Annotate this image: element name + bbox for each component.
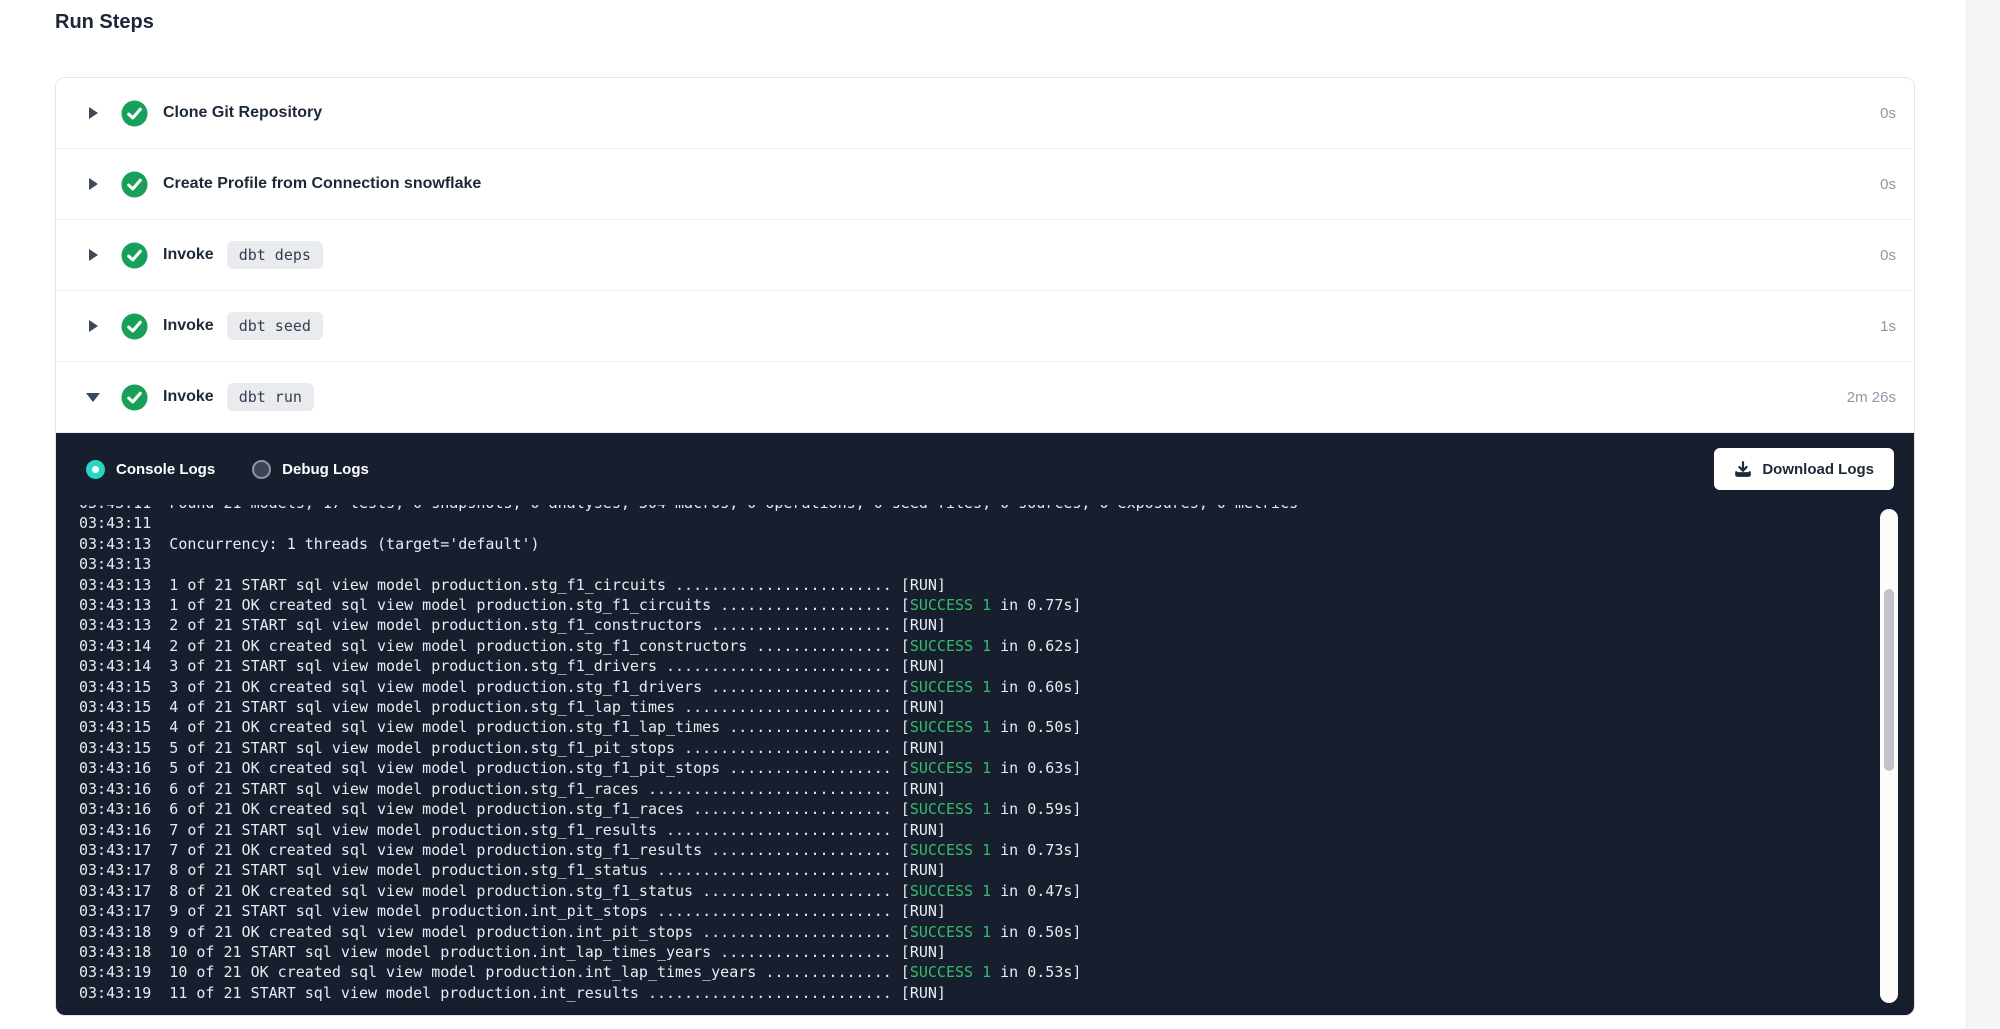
page-right-gutter xyxy=(1966,0,2000,1029)
step-duration: 0s xyxy=(1880,247,1896,264)
console-logs-tab[interactable]: Console Logs xyxy=(86,460,215,479)
run-step-row[interactable]: Clone Git Repository 0s xyxy=(56,78,1914,149)
log-line: 03:43:13 xyxy=(79,554,1870,574)
step-label: Invoke xyxy=(163,388,214,406)
log-line: 03:43:16 5 of 21 OK created sql view mod… xyxy=(79,758,1870,778)
log-line: 03:43:13 1 of 21 START sql view model pr… xyxy=(79,575,1870,595)
log-line: 03:43:13 Concurrency: 1 threads (target=… xyxy=(79,534,1870,554)
log-line: 03:43:18 10 of 21 START sql view model p… xyxy=(79,942,1870,962)
run-steps-list: Clone Git Repository 0s Create Profile f… xyxy=(56,78,1914,433)
step-command-badge: dbt deps xyxy=(227,241,323,269)
page-title: Run Steps xyxy=(55,11,154,34)
run-step-row[interactable]: Create Profile from Connection snowflake… xyxy=(56,149,1914,220)
log-line: 03:43:13 1 of 21 OK created sql view mod… xyxy=(79,595,1870,615)
log-line: 03:43:17 7 of 21 OK created sql view mod… xyxy=(79,840,1870,860)
success-check-icon xyxy=(121,384,148,411)
log-line: 03:43:13 2 of 21 START sql view model pr… xyxy=(79,615,1870,635)
log-line: 03:43:15 5 of 21 START sql view model pr… xyxy=(79,738,1870,758)
step-duration: 1s xyxy=(1880,318,1896,335)
success-check-icon xyxy=(121,242,148,269)
log-line: 03:43:15 3 of 21 OK created sql view mod… xyxy=(79,677,1870,697)
log-line: 03:43:17 8 of 21 OK created sql view mod… xyxy=(79,881,1870,901)
log-line: 03:43:16 7 of 21 START sql view model pr… xyxy=(79,820,1870,840)
chevron-right-icon[interactable] xyxy=(86,249,100,261)
run-step-row[interactable]: Invoke dbt run 2m 26s xyxy=(56,362,1914,433)
log-line: 03:43:11 xyxy=(79,513,1870,533)
console-log-output[interactable]: 03:43:11 Found 21 models, 17 tests, 0 sn… xyxy=(79,505,1870,1005)
debug-logs-tab[interactable]: Debug Logs xyxy=(252,460,369,479)
step-duration: 2m 26s xyxy=(1847,389,1896,406)
step-label: Clone Git Repository xyxy=(163,104,322,122)
log-line: 03:43:14 2 of 21 OK created sql view mod… xyxy=(79,636,1870,656)
run-step-row[interactable]: Invoke dbt deps 0s xyxy=(56,220,1914,291)
log-line: 03:43:16 6 of 21 OK created sql view mod… xyxy=(79,799,1870,819)
console-header: Console Logs Debug Logs Download Logs xyxy=(56,433,1914,505)
log-line: 03:43:19 11 of 21 START sql view model p… xyxy=(79,983,1870,1003)
success-check-icon xyxy=(121,171,148,198)
success-check-icon xyxy=(121,313,148,340)
console-scrollbar-thumb[interactable] xyxy=(1884,589,1894,771)
console-scrollbar-track[interactable] xyxy=(1880,509,1898,1003)
success-check-icon xyxy=(121,100,148,127)
download-logs-button[interactable]: Download Logs xyxy=(1714,448,1894,490)
log-line: 03:43:17 8 of 21 START sql view model pr… xyxy=(79,860,1870,880)
step-command-badge: dbt seed xyxy=(227,312,323,340)
chevron-right-icon[interactable] xyxy=(86,107,100,119)
step-command-badge: dbt run xyxy=(227,383,314,411)
run-step-row[interactable]: Invoke dbt seed 1s xyxy=(56,291,1914,362)
radio-selected-icon[interactable] xyxy=(86,460,105,479)
step-label: Invoke xyxy=(163,246,214,264)
chevron-right-icon[interactable] xyxy=(86,320,100,332)
radio-unselected-icon[interactable] xyxy=(252,460,271,479)
log-line: 03:43:18 9 of 21 OK created sql view mod… xyxy=(79,922,1870,942)
console-logs-label: Console Logs xyxy=(116,461,215,478)
step-duration: 0s xyxy=(1880,176,1896,193)
chevron-down-icon[interactable] xyxy=(86,393,100,402)
step-label: Create Profile from Connection snowflake xyxy=(163,175,481,193)
run-steps-card: Clone Git Repository 0s Create Profile f… xyxy=(55,77,1915,1016)
log-line: 03:43:14 3 of 21 START sql view model pr… xyxy=(79,656,1870,676)
chevron-right-icon[interactable] xyxy=(86,178,100,190)
log-line: 03:43:16 6 of 21 START sql view model pr… xyxy=(79,779,1870,799)
download-logs-label: Download Logs xyxy=(1762,461,1874,478)
log-line: 03:43:19 10 of 21 OK created sql view mo… xyxy=(79,962,1870,982)
log-line: 03:43:15 4 of 21 START sql view model pr… xyxy=(79,697,1870,717)
log-line: 03:43:11 Found 21 models, 17 tests, 0 sn… xyxy=(79,505,1870,513)
step-duration: 0s xyxy=(1880,105,1896,122)
log-line: 03:43:17 9 of 21 START sql view model pr… xyxy=(79,901,1870,921)
debug-logs-label: Debug Logs xyxy=(282,461,369,478)
log-line: 03:43:15 4 of 21 OK created sql view mod… xyxy=(79,717,1870,737)
download-icon xyxy=(1734,460,1752,478)
console-panel: Console Logs Debug Logs Download Logs 03… xyxy=(56,433,1914,1015)
step-label: Invoke xyxy=(163,317,214,335)
